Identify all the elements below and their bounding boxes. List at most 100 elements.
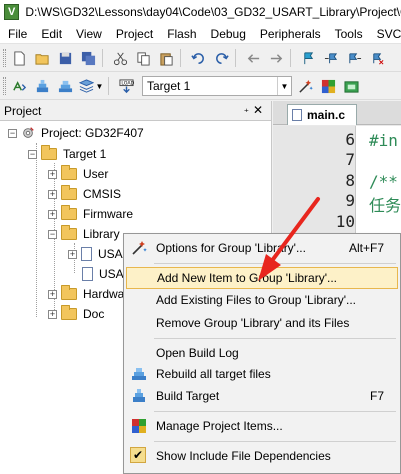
expand-icon[interactable]: + [48,289,57,299]
collapse-icon[interactable]: − [8,128,17,138]
toolbar-grip[interactable] [3,77,6,95]
save-all-icon [81,51,95,65]
menu-item-label: Manage Project Items... [156,419,283,433]
menu-bar: File Edit View Project Flash Debug Perip… [0,24,401,44]
menu-project[interactable]: Project [109,27,160,41]
tree-group-library[interactable]: − Library [48,224,120,244]
collapse-icon[interactable]: − [28,149,37,159]
tree-file-usart-2[interactable]: USA [82,264,124,284]
collapse-icon[interactable]: − [48,229,57,239]
cut-button[interactable] [110,48,130,68]
line-number: 6 [345,130,355,149]
close-icon[interactable]: ✕ [253,103,263,117]
toolbar-grip[interactable] [3,49,6,67]
folder-icon [61,185,77,200]
prev-bookmark-icon [324,52,337,63]
menu-options-for-group[interactable]: Options for Group 'Library'... Alt+F7 [126,237,398,259]
bookmark-button[interactable] [298,48,318,68]
menu-separator [154,338,396,339]
expand-icon[interactable]: + [48,189,57,199]
batch-build-button[interactable]: ▼ [78,76,104,96]
prev-bookmark-button[interactable] [321,48,341,68]
tree-group-cmsis[interactable]: + CMSIS [48,184,121,204]
paste-button[interactable] [156,48,176,68]
menu-svcs[interactable]: SVCS [370,27,401,41]
checkmark-icon: ✔ [130,447,146,463]
rebuild-button[interactable] [55,76,75,96]
tree-item-project[interactable]: − Project: GD32F407 [8,123,144,143]
translate-icon [12,80,26,91]
menu-flash[interactable]: Flash [160,27,203,41]
expand-icon[interactable]: + [48,169,57,179]
open-file-button[interactable] [32,48,52,68]
menu-edit[interactable]: Edit [34,27,69,41]
expand-icon[interactable]: + [48,309,57,319]
menu-file[interactable]: File [0,27,34,41]
next-bookmark-button[interactable] [344,48,364,68]
expand-icon[interactable]: + [48,209,57,219]
options-wand-icon [132,241,147,255]
paste-icon [159,52,173,66]
save-all-button[interactable] [78,48,98,68]
tree-group-doc[interactable]: + Doc [48,304,104,324]
rebuild-icon [132,368,146,380]
menu-manage-project-items[interactable]: Manage Project Items... [126,415,398,437]
rebuild-icon [58,80,72,92]
manage-project-button[interactable] [318,76,338,96]
tab-main-c[interactable]: main.c [287,104,357,125]
pack-installer-button[interactable] [341,76,361,96]
tree-group-user[interactable]: + User [48,164,108,184]
copy-icon [136,51,150,66]
new-file-button[interactable] [9,48,29,68]
nav-forward-button[interactable] [266,48,286,68]
menu-build-target[interactable]: Build Target F7 [126,385,398,407]
build-button[interactable] [32,76,52,96]
menu-view[interactable]: View [69,27,109,41]
window-title: D:\WS\GD32\Lessons\day04\Code\03_GD32_US… [25,5,401,19]
context-menu: Options for Group 'Library'... Alt+F7 Ad… [123,233,401,474]
clear-bookmarks-button[interactable] [367,48,387,68]
expand-icon[interactable]: + [68,249,77,259]
menu-add-existing-files[interactable]: Add Existing Files to Group 'Library'... [126,289,398,311]
menu-separator [154,263,396,264]
undo-button[interactable] [188,48,208,68]
menu-add-new-item[interactable]: Add New Item to Group 'Library'... [126,267,398,289]
menu-show-include-deps[interactable]: ✔ Show Include File Dependencies [126,445,398,467]
copy-button[interactable] [133,48,153,68]
chevron-down-icon[interactable]: ▼ [277,77,291,95]
tree-guide [36,143,37,317]
project-panel-title: Project [4,103,42,118]
download-button[interactable]: LOAD [116,76,136,96]
scissors-icon [113,52,127,65]
redo-icon [215,52,229,64]
tree-file-usart-1[interactable]: + USA [68,244,123,264]
tree-group-hardware[interactable]: + Hardwa [48,284,124,304]
build-toolbar: ▼ LOAD Target 1 ▼ [0,73,401,100]
c-file-icon [82,267,93,281]
menu-debug[interactable]: Debug [204,27,253,41]
toolbar-separator [290,49,291,67]
menu-item-label: Remove Group 'Library' and its Files [156,316,350,330]
line-number: 7 [345,150,355,169]
folder-icon [61,305,77,320]
target-options-button[interactable] [295,76,315,96]
target-select-value: Target 1 [147,79,191,93]
tree-item-target[interactable]: − Target 1 [28,144,106,164]
save-button[interactable] [55,48,75,68]
code-line: 任务 [369,196,401,215]
target-select[interactable]: Target 1 ▼ [142,76,292,96]
pin-icon[interactable]: ₊ [244,104,249,115]
menu-peripherals[interactable]: Peripherals [253,27,328,41]
tree-group-firmware[interactable]: + Firmware [48,204,133,224]
menu-rebuild-all[interactable]: Rebuild all target files [126,363,398,385]
menu-remove-group[interactable]: Remove Group 'Library' and its Files [126,312,398,334]
redo-button[interactable] [211,48,231,68]
nav-back-button[interactable] [243,48,263,68]
manage-items-icon [321,79,335,93]
menu-tools[interactable]: Tools [328,27,370,41]
svg-text:LOAD: LOAD [121,80,134,86]
tab-label: main.c [307,108,346,122]
translate-button[interactable] [9,76,29,96]
bookmark-flag-icon [303,51,313,64]
menu-open-build-log[interactable]: Open Build Log [126,342,398,364]
